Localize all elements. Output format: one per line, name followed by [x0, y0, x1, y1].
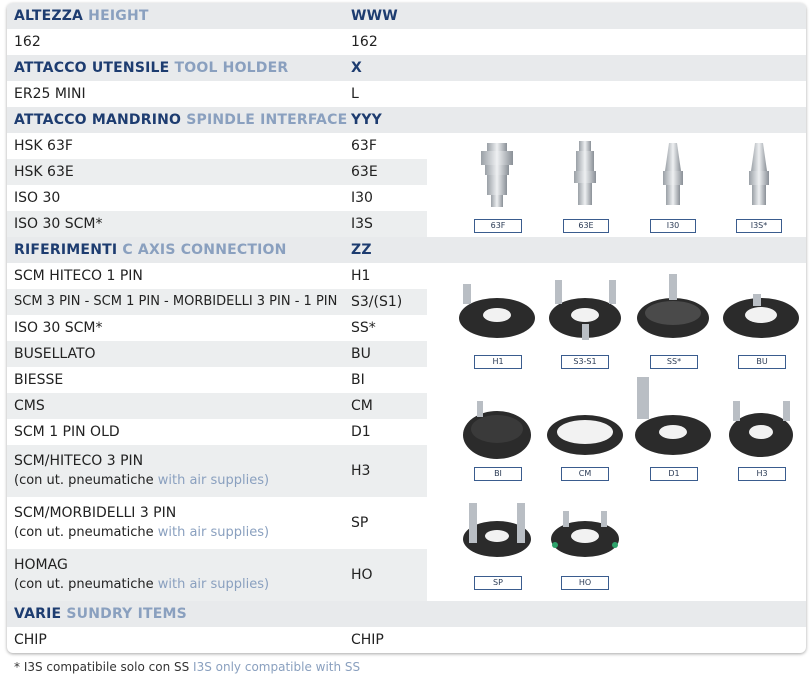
spec-table: ALTEZZA HEIGHT WWW 162 162 ATTACCO UTENS… [7, 3, 806, 653]
row-label: CMS [14, 398, 45, 414]
table-row: CHIP CHIP [7, 627, 806, 653]
header-it: VARIE [14, 606, 62, 622]
row-label: BIESSE [14, 372, 64, 388]
row-code: SP [351, 515, 369, 531]
footnote-it: * I3S compatibile solo con SS [14, 660, 190, 674]
header-code: X [351, 60, 362, 76]
row-label: SCM/MORBIDELLI 3 PIN [14, 505, 177, 521]
caxis-icons [459, 274, 799, 557]
d1-ring-icon [635, 377, 711, 455]
row-label: HSK 63E [14, 164, 74, 180]
table-row: 162 162 [7, 29, 806, 55]
row-label: CHIP [14, 632, 47, 648]
row-label: HSK 63F [14, 138, 73, 154]
row-label: ISO 30 SCM* [14, 320, 103, 336]
row-label: BUSELLATO [14, 346, 96, 362]
sp-ring-icon [463, 503, 531, 557]
bu-ring-icon [723, 294, 799, 338]
caxis-images: H1 S3-S1 SS* BU BI CM D1 H3 SP HO [427, 263, 806, 601]
image-tag: 63E [563, 219, 609, 233]
row-label: SCM HITECO 1 PIN [14, 268, 143, 284]
row-code: H1 [351, 268, 371, 284]
footnote: * I3S compatibile solo con SS I3S only c… [14, 660, 360, 674]
image-tag: H3 [738, 467, 786, 481]
row-code: 63F [351, 138, 377, 154]
hsk-63f-icon [481, 143, 513, 207]
row-code: L [351, 86, 359, 102]
section-header-caxis: RIFERIMENTI C AXIS CONNECTION ZZ [7, 237, 806, 263]
row-code: 63E [351, 164, 378, 180]
image-tag: SS* [650, 355, 698, 369]
header-it: ATTACCO UTENSILE [14, 60, 170, 76]
header-en: TOOL HOLDER [174, 60, 289, 76]
row-sub-it: (con ut. pneumatiche [14, 525, 154, 540]
h3-ring-icon [729, 401, 793, 457]
header-en: SUNDRY ITEMS [66, 606, 187, 622]
image-tag: I30 [650, 219, 696, 233]
header-it: ALTEZZA [14, 8, 84, 24]
row-code: SS* [351, 320, 376, 336]
image-tag: H1 [474, 355, 522, 369]
header-code: ZZ [351, 242, 372, 258]
header-code: YYY [351, 112, 383, 128]
row-code: HO [351, 567, 373, 583]
row-code: H3 [351, 463, 371, 479]
row-label: HOMAG [14, 557, 68, 573]
row-sub-en: with air supplies) [157, 577, 270, 592]
image-tag: 63F [474, 219, 522, 233]
row-label: SCM/HITECO 3 PIN [14, 453, 144, 469]
row-code: BU [351, 346, 371, 362]
hsk-63e-icon [574, 141, 596, 205]
ss-ring-icon [637, 274, 709, 338]
header-en: HEIGHT [88, 8, 149, 24]
footnote-en: I3S only compatible with SS [193, 660, 361, 674]
row-label: ISO 30 SCM* [14, 216, 103, 232]
row-label: ER25 MINI [14, 86, 86, 102]
row-code: S3/(S1) [351, 294, 403, 310]
row-label: SCM 1 PIN OLD [14, 424, 120, 440]
spindle-images: 63F 63E I30 I3S* [427, 133, 806, 237]
bi-ring-icon [463, 401, 531, 459]
row-code: CHIP [351, 632, 384, 648]
header-it: ATTACCO MANDRINO [14, 112, 182, 128]
section-header-tool-holder: ATTACCO UTENSILE TOOL HOLDER X [7, 55, 806, 81]
image-tag: SP [474, 576, 522, 590]
section-header-sundry: VARIE SUNDRY ITEMS [7, 601, 806, 627]
header-en: SPINDLE INTERFACE [186, 112, 348, 128]
image-tag: I3S* [736, 219, 782, 233]
table-row: ER25 MINI L [7, 81, 806, 107]
ho-ring-icon [551, 511, 619, 557]
cm-ring-icon [547, 415, 623, 455]
row-sub-en: with air supplies) [157, 525, 270, 540]
row-label: ISO 30 [14, 190, 61, 206]
row-sub-it: (con ut. pneumatiche [14, 473, 154, 488]
section-header-height: ALTEZZA HEIGHT WWW [7, 3, 806, 29]
row-code: I30 [351, 190, 373, 206]
header-it: RIFERIMENTI [14, 242, 118, 258]
header-code: WWW [351, 8, 398, 24]
image-tag: S3-S1 [561, 355, 609, 369]
row-sub-en: with air supplies) [157, 473, 270, 488]
image-tag: D1 [650, 467, 698, 481]
section-header-spindle: ATTACCO MANDRINO SPINDLE INTERFACE YYY [7, 107, 806, 133]
image-tag: CM [561, 467, 609, 481]
image-tag: BI [474, 467, 522, 481]
row-code: 162 [351, 34, 378, 50]
row-code: I3S [351, 216, 373, 232]
h1-ring-icon [459, 284, 535, 338]
image-tag: BU [738, 355, 786, 369]
iso-30-icon [663, 143, 683, 205]
row-code: D1 [351, 424, 371, 440]
header-en: C AXIS CONNECTION [122, 242, 287, 258]
iso-30-scm-icon [749, 143, 769, 205]
row-code: BI [351, 372, 365, 388]
image-tag: HO [561, 576, 609, 590]
row-label: 162 [14, 34, 41, 50]
s3-s1-ring-icon [549, 280, 621, 340]
row-label: SCM 3 PIN - SCM 1 PIN - MORBIDELLI 3 PIN… [14, 294, 338, 309]
row-code: CM [351, 398, 373, 414]
row-sub-it: (con ut. pneumatiche [14, 577, 154, 592]
